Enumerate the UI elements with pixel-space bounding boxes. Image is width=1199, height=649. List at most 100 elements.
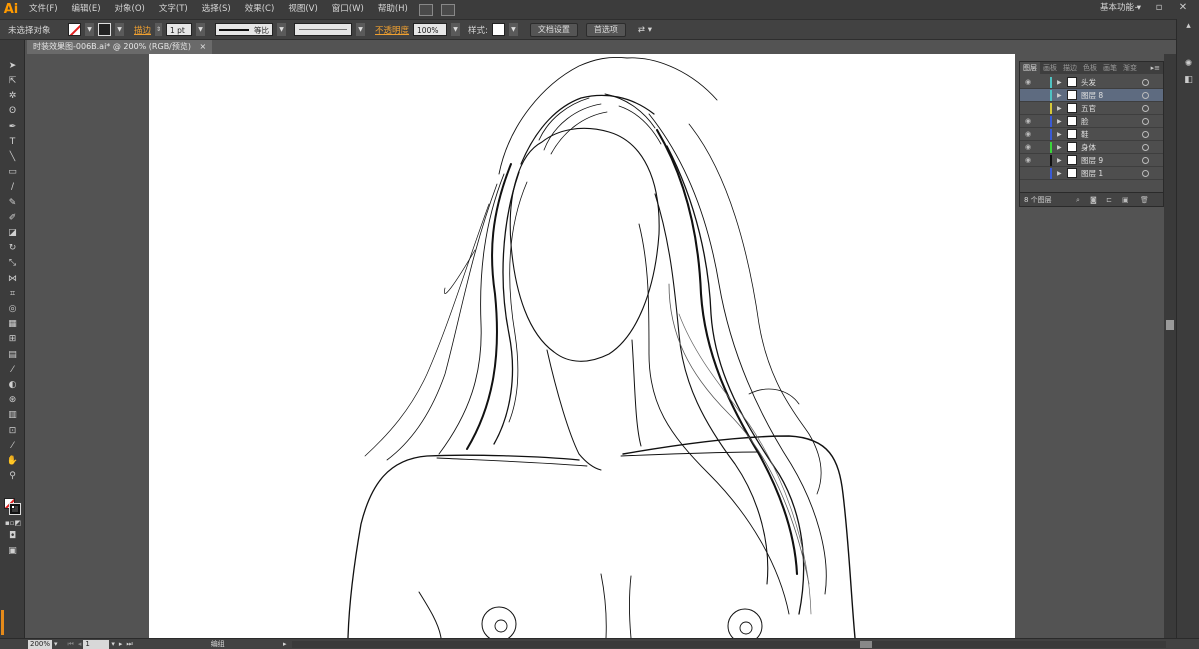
visibility-eye-icon[interactable] (1025, 104, 1034, 112)
menu-effect[interactable]: 效果(C) (238, 0, 282, 19)
close-tab-icon[interactable]: × (200, 42, 207, 51)
hand-tool-icon[interactable]: ✋ (5, 455, 20, 468)
menu-view[interactable]: 视图(V) (281, 0, 324, 19)
visibility-eye-icon[interactable]: ◉ (1025, 78, 1034, 86)
free-transform-tool-icon[interactable]: ⌗ (5, 288, 20, 301)
expand-layer-icon[interactable]: ▶ (1057, 115, 1062, 128)
paintbrush-tool-icon[interactable]: ∕ (5, 181, 20, 194)
expand-layer-icon[interactable]: ▶ (1057, 128, 1062, 141)
visibility-eye-icon[interactable]: ◉ (1025, 156, 1034, 164)
tab-brushes[interactable]: 画笔 (1100, 62, 1120, 74)
stroke-weight-stepper-icon[interactable]: ⇕ (155, 23, 163, 36)
type-tool-icon[interactable]: T (5, 136, 20, 149)
scale-tool-icon[interactable]: ⤡ (5, 257, 20, 270)
menu-window[interactable]: 窗口(W) (325, 0, 371, 19)
brush-definition[interactable] (294, 23, 353, 36)
magic-wand-tool-icon[interactable]: ✲ (5, 90, 20, 103)
horizontal-scroll-thumb[interactable] (860, 641, 872, 648)
mesh-tool-icon[interactable]: ⊞ (5, 333, 20, 346)
pencil-tool-icon[interactable]: ✎ (5, 197, 20, 210)
menu-help[interactable]: 帮助(H) (371, 0, 415, 19)
color-guide-icon[interactable]: ✺ (1183, 59, 1194, 70)
bridge-icon[interactable] (418, 3, 433, 16)
layer-target-icon[interactable] (1142, 157, 1149, 164)
panel-menu-icon[interactable]: ▸≡ (1151, 62, 1160, 74)
expand-layer-icon[interactable]: ▶ (1057, 141, 1062, 154)
layer-target-icon[interactable] (1142, 144, 1149, 151)
arrange-documents-icon[interactable] (440, 3, 455, 16)
rectangle-tool-icon[interactable]: ▭ (5, 166, 20, 179)
tab-gradient[interactable]: 渐变 (1120, 62, 1140, 74)
minimize-icon[interactable]: – (1130, 1, 1144, 15)
stroke-color-icon[interactable] (10, 504, 20, 514)
dock-close-icon[interactable]: ▴ (1183, 21, 1194, 32)
gradient-tool-icon[interactable]: ▤ (5, 349, 20, 362)
style-dropdown-icon[interactable]: ▼ (508, 23, 518, 36)
expand-layer-icon[interactable]: ▶ (1057, 89, 1062, 102)
menu-object[interactable]: 对象(O) (108, 0, 152, 19)
artboard-tool-icon[interactable]: ⊡ (5, 425, 20, 438)
pen-tool-icon[interactable]: ✒ (5, 121, 20, 134)
stroke-weight-dropdown-icon[interactable]: ▼ (196, 23, 206, 36)
artboard-dropdown-icon[interactable]: ▾ (111, 640, 115, 648)
layer-target-icon[interactable] (1142, 118, 1149, 125)
direct-selection-tool-icon[interactable]: ⇱ (5, 75, 20, 88)
opacity-link[interactable]: 不透明度 (375, 24, 409, 36)
fill-swatch[interactable] (68, 23, 81, 36)
first-artboard-icon[interactable]: ⏮ (68, 640, 74, 649)
stroke-link[interactable]: 描边 (134, 24, 151, 36)
lasso-tool-icon[interactable]: ʘ (5, 105, 20, 118)
tab-stroke[interactable]: 描边 (1060, 62, 1080, 74)
variable-width-profile[interactable]: 等比 (215, 23, 274, 36)
next-artboard-icon[interactable]: ▸ (119, 640, 123, 648)
stroke-swatch[interactable] (98, 23, 111, 36)
expand-layer-icon[interactable]: ▶ (1057, 167, 1062, 180)
canvas-area[interactable] (26, 54, 1164, 638)
visibility-eye-icon[interactable]: ◉ (1025, 143, 1034, 151)
visibility-eye-icon[interactable] (1025, 91, 1034, 99)
expand-layer-icon[interactable]: ▶ (1057, 76, 1062, 89)
tab-swatches[interactable]: 色板 (1080, 62, 1100, 74)
shape-builder-tool-icon[interactable]: ◎ (5, 303, 20, 316)
layer-name[interactable]: 鞋 (1081, 128, 1089, 141)
brush-dropdown-icon[interactable]: ▼ (356, 23, 366, 36)
control-menu-icon[interactable]: ⇄ ▾ (638, 25, 652, 35)
status-menu-icon[interactable]: ▸ (283, 640, 287, 648)
appearance-icon[interactable]: ◧ (1183, 75, 1194, 86)
layer-row[interactable]: ▶ 图层 1 (1020, 167, 1163, 180)
tab-layers[interactable]: 图层 (1020, 62, 1040, 74)
layer-target-icon[interactable] (1142, 170, 1149, 177)
color-mode-icons[interactable]: ▪▫◩ (5, 517, 21, 530)
vertical-scroll-thumb[interactable] (1166, 320, 1174, 330)
zoom-dropdown-icon[interactable]: ▾ (54, 640, 58, 648)
blob-brush-tool-icon[interactable]: ✐ (5, 212, 20, 225)
layer-row[interactable]: ◉ ▶ 脸 (1020, 115, 1163, 128)
prev-artboard-icon[interactable]: ◂ (78, 640, 82, 648)
document-tab[interactable]: 时装效果图-006B.ai* @ 200% (RGB/预览) × (27, 40, 213, 54)
eyedropper-tool-icon[interactable]: ⁄ (5, 364, 20, 377)
slice-tool-icon[interactable]: ⁄ (5, 440, 20, 453)
close-icon[interactable]: ✕ (1176, 1, 1190, 15)
layer-row[interactable]: ◉ ▶ 鞋 (1020, 128, 1163, 141)
perspective-grid-tool-icon[interactable]: ▦ (5, 318, 20, 331)
menu-file[interactable]: 文件(F) (22, 0, 65, 19)
layer-target-icon[interactable] (1142, 79, 1149, 86)
graphic-style-swatch[interactable] (491, 23, 505, 36)
layer-target-icon[interactable] (1142, 105, 1149, 112)
layer-row[interactable]: ◉ ▶ 头发 (1020, 76, 1163, 89)
menu-edit[interactable]: 编辑(E) (65, 0, 108, 19)
visibility-eye-icon[interactable] (1025, 169, 1034, 177)
preferences-button[interactable]: 首选项 (585, 22, 626, 37)
eraser-tool-icon[interactable]: ◪ (5, 227, 20, 240)
locate-object-icon[interactable]: ⌕ (1076, 196, 1084, 204)
layer-name[interactable]: 图层 9 (1081, 154, 1103, 167)
layer-name[interactable]: 五官 (1081, 102, 1096, 115)
new-layer-icon[interactable]: ▣ (1122, 196, 1130, 204)
layer-name[interactable]: 图层 8 (1081, 89, 1103, 102)
restore-icon[interactable]: ▫ (1152, 1, 1166, 15)
stroke-weight-field[interactable]: 1 pt (166, 23, 193, 36)
layer-target-icon[interactable] (1142, 131, 1149, 138)
stroke-dropdown-icon[interactable]: ▼ (115, 23, 124, 36)
layer-row[interactable]: ◉ ▶ 身体 (1020, 141, 1163, 154)
rotate-tool-icon[interactable]: ↻ (5, 242, 20, 255)
